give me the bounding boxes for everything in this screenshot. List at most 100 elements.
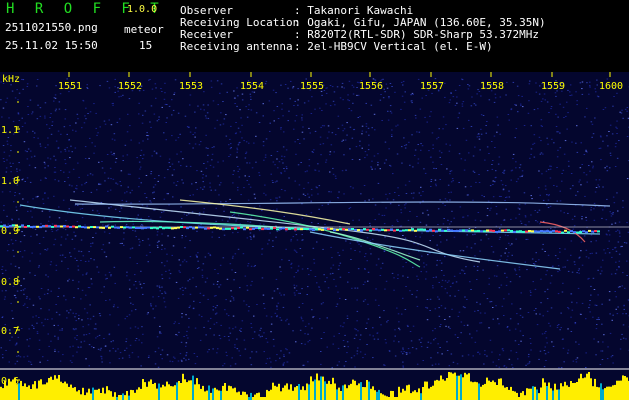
noise-speck <box>27 201 29 203</box>
noise-speck <box>595 252 598 254</box>
noise-speck <box>137 327 139 329</box>
noise-speck <box>423 262 425 264</box>
noise-speck <box>505 248 507 250</box>
noise-speck <box>291 197 293 199</box>
noise-speck <box>276 151 279 152</box>
noise-speck <box>248 142 250 144</box>
noise-speck <box>442 202 444 204</box>
noise-speck <box>456 102 458 104</box>
noise-speck <box>110 178 112 180</box>
noise-speck <box>101 161 103 162</box>
noise-speck <box>243 339 246 341</box>
carrier-signal-cell <box>138 227 141 229</box>
noise-speck <box>432 285 434 287</box>
noise-speck <box>341 86 343 88</box>
noise-speck <box>218 194 220 196</box>
noise-speck <box>227 336 230 337</box>
histogram-bar <box>480 386 482 400</box>
noise-speck <box>5 171 8 173</box>
noise-speck <box>267 243 269 245</box>
noise-speck <box>157 246 159 248</box>
noise-speck <box>90 258 92 260</box>
noise-speck <box>391 134 393 136</box>
noise-speck <box>531 258 534 260</box>
histogram-bar <box>42 384 44 400</box>
histogram-bar <box>194 384 196 400</box>
noise-speck <box>264 156 267 158</box>
noise-speck <box>586 107 588 109</box>
histogram-bar <box>522 391 524 400</box>
noise-speck <box>88 365 90 367</box>
noise-speck <box>301 217 303 219</box>
noise-speck <box>527 312 530 313</box>
noise-speck <box>101 248 103 250</box>
noise-speck <box>229 154 232 156</box>
noise-speck <box>106 277 108 279</box>
noise-speck <box>141 225 144 227</box>
noise-speck <box>235 122 237 123</box>
histogram-bar <box>256 393 258 400</box>
noise-speck <box>108 271 111 273</box>
histogram-bar <box>580 373 582 400</box>
noise-speck <box>509 281 512 283</box>
noise-speck <box>575 142 577 144</box>
noise-speck <box>303 364 306 366</box>
noise-speck <box>154 83 157 85</box>
noise-speck <box>173 169 175 171</box>
noise-speck <box>416 216 418 217</box>
carrier-signal-cell <box>180 226 183 228</box>
noise-speck <box>507 235 509 237</box>
noise-speck <box>60 151 62 153</box>
noise-speck <box>480 95 482 97</box>
noise-speck <box>386 198 389 200</box>
noise-speck <box>263 332 265 334</box>
noise-speck <box>253 331 256 333</box>
noise-speck <box>597 96 600 98</box>
carrier-signal-cell <box>99 226 102 229</box>
noise-speck <box>231 257 234 259</box>
noise-speck <box>104 172 106 174</box>
noise-speck <box>402 275 404 277</box>
noise-speck <box>114 139 116 141</box>
carrier-signal-cell <box>573 231 576 234</box>
noise-speck <box>178 270 180 272</box>
noise-speck <box>349 148 351 150</box>
noise-speck <box>510 179 512 181</box>
noise-speck <box>576 104 578 106</box>
carrier-signal-cell <box>429 228 432 231</box>
noise-speck <box>64 229 67 231</box>
noise-speck <box>77 204 79 206</box>
noise-speck <box>82 326 84 328</box>
noise-speck <box>486 355 488 357</box>
noise-speck <box>461 103 464 105</box>
noise-speck <box>158 116 160 118</box>
noise-speck <box>553 142 555 144</box>
noise-speck <box>281 108 283 110</box>
noise-speck <box>219 264 222 266</box>
noise-speck <box>216 119 219 121</box>
noise-speck <box>119 352 122 354</box>
noise-speck <box>444 82 446 84</box>
noise-speck <box>167 193 169 195</box>
noise-speck <box>236 218 238 220</box>
histogram-bar <box>460 374 462 400</box>
noise-speck <box>286 349 288 351</box>
noise-speck <box>69 360 72 362</box>
noise-speck <box>434 78 437 80</box>
noise-speck <box>128 356 131 358</box>
noise-speck <box>614 166 617 167</box>
carrier-signal-cell <box>228 227 231 230</box>
noise-speck <box>609 332 612 334</box>
noise-speck <box>36 118 39 120</box>
noise-speck <box>108 242 111 244</box>
noise-speck <box>81 184 83 186</box>
histogram-bar <box>154 382 156 400</box>
noise-speck <box>596 84 598 86</box>
carrier-signal-cell <box>480 230 483 233</box>
histogram-bar <box>466 374 468 400</box>
noise-speck <box>60 133 62 135</box>
noise-speck <box>81 319 83 321</box>
noise-speck <box>206 161 209 163</box>
noise-speck <box>226 91 228 93</box>
noise-speck <box>567 112 569 114</box>
